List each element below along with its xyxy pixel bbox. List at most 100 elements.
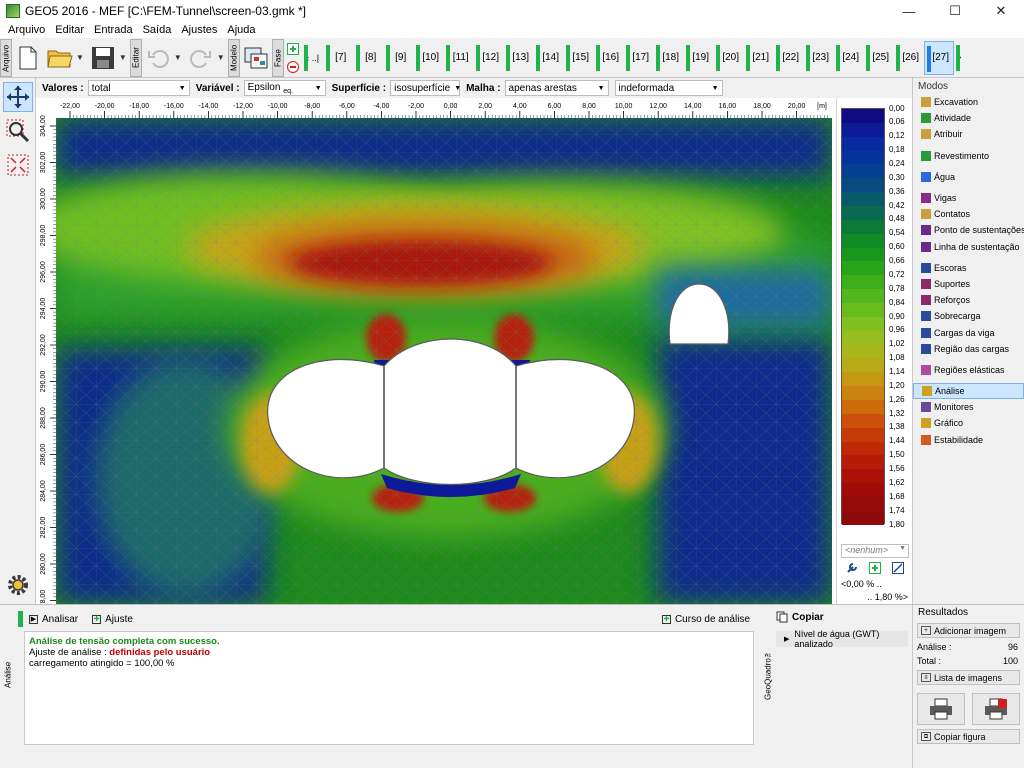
superficie-select[interactable]: isosuperfície ▼	[390, 80, 461, 96]
stage-tab-16[interactable]: [23]	[804, 41, 834, 75]
mode-cargas-da-viga[interactable]: Cargas da viga	[913, 324, 1024, 340]
stage-tab-7[interactable]: [14]	[534, 41, 564, 75]
model-copy-button[interactable]	[242, 41, 270, 75]
redo-button[interactable]	[187, 41, 215, 75]
menu-saida[interactable]: Saída	[138, 24, 177, 36]
window-title: GEO5 2016 - MEF [C:\FEM-Tunnel\screen-03…	[25, 4, 306, 18]
open-dropdown-icon[interactable]: ▼	[76, 53, 84, 62]
open-file-button[interactable]	[46, 41, 74, 75]
legend-band	[842, 219, 884, 234]
menu-ajuda[interactable]: Ajuda	[222, 24, 260, 36]
stage-tab-9[interactable]: [16]	[594, 41, 624, 75]
new-file-button[interactable]	[14, 41, 42, 75]
save-file-button[interactable]	[89, 41, 117, 75]
fem-contour-plot[interactable]: -22,00 -20,00 -18,00 -16,00 -14,00 -12,00 -10,…	[36, 98, 836, 611]
stage-tab-13[interactable]: [20]	[714, 41, 744, 75]
mode-estabilidade[interactable]: Estabilidade	[913, 432, 1024, 448]
legend-combo[interactable]: <nenhum> ▼	[841, 544, 909, 558]
undo-button[interactable]	[144, 41, 172, 75]
mode-contatos[interactable]: Contatos	[913, 206, 1024, 222]
copy-figure-button[interactable]: ⧉ Copiar figura	[917, 729, 1020, 744]
stage-tab-15[interactable]: [22]	[774, 41, 804, 75]
mode-sobrecarga[interactable]: Sobrecarga	[913, 308, 1024, 324]
tab-editar[interactable]: Editar	[129, 38, 142, 77]
image-list-button[interactable]: ≡ Lista de imagens	[917, 670, 1020, 685]
print-button[interactable]	[917, 693, 965, 725]
stage-tab-18[interactable]: [25]	[864, 41, 894, 75]
mode-excavation[interactable]: Excavation	[913, 94, 1024, 110]
stage-tab-1[interactable]: [8]	[354, 41, 384, 75]
menu-arquivo[interactable]: Arquivo	[3, 24, 50, 36]
mode-gr-fico[interactable]: Gráfico	[913, 415, 1024, 431]
stage-tab-5[interactable]: [12]	[474, 41, 504, 75]
analisar-button[interactable]: ▶ Analisar	[29, 614, 78, 625]
save-dropdown-icon[interactable]: ▼	[119, 53, 127, 62]
tab-modelo[interactable]: Modelo	[227, 38, 240, 77]
stage-tab-2[interactable]: [9]	[384, 41, 414, 75]
mode-atribuir[interactable]: Atribuir	[913, 126, 1024, 142]
close-button[interactable]: ✕	[978, 0, 1024, 22]
wrench-icon[interactable]	[846, 562, 858, 574]
stage-tab-3[interactable]: [10]	[414, 41, 444, 75]
curso-analise-button[interactable]: ✚ Curso de análise	[661, 614, 750, 625]
print-pdf-button[interactable]	[972, 693, 1020, 725]
maximize-button[interactable]: ☐	[932, 0, 978, 22]
mode-revestimento[interactable]: Revestimento	[913, 148, 1024, 164]
copy-item-water-level[interactable]: ▶ Nível de água (GWT) analizado	[776, 629, 908, 649]
stage-tab-6[interactable]: [13]	[504, 41, 534, 75]
mode-monitores[interactable]: Monitores	[913, 399, 1024, 415]
tab-analise[interactable]: Análise	[0, 605, 16, 745]
zoom-extents-button[interactable]	[3, 150, 33, 180]
stage-tab-17[interactable]: [24]	[834, 41, 864, 75]
tab-arquivo[interactable]: Arquivo	[0, 38, 12, 77]
ajuste-button[interactable]: ✚ Ajuste	[92, 614, 133, 625]
mode-an-lise[interactable]: Análise	[913, 383, 1024, 400]
mode-atividade[interactable]: Atividade	[913, 110, 1024, 126]
mode-ponto-de-sustenta-es[interactable]: Ponto de sustentações	[913, 222, 1024, 238]
mode-regi-es-el-sticas[interactable]: Regiões elásticas	[913, 362, 1024, 378]
legend-label: 0,42	[889, 200, 905, 210]
pan-tool-button[interactable]	[3, 82, 33, 112]
mode-linha-de-sustenta-o[interactable]: Linha de sustentação	[913, 239, 1024, 255]
legend-label: 1,32	[889, 408, 905, 418]
stage-tab-10[interactable]: [17]	[624, 41, 654, 75]
mode-regi-o-das-cargas[interactable]: Região das cargas	[913, 341, 1024, 357]
tab-fase[interactable]: Fase	[271, 38, 284, 77]
settings-button[interactable]	[3, 570, 33, 600]
edit-scale-icon[interactable]	[891, 562, 904, 574]
minimize-button[interactable]: —	[886, 0, 932, 22]
add-stage-icon[interactable]	[286, 42, 299, 55]
add-image-button[interactable]: + Adicionar imagem	[917, 623, 1020, 638]
mode-vigas[interactable]: Vigas	[913, 190, 1024, 206]
stage-tab-8[interactable]: [15]	[564, 41, 594, 75]
stage-tab-0[interactable]: [7]	[324, 41, 354, 75]
legend-band	[842, 275, 884, 290]
menu-editar[interactable]: Editar	[50, 24, 89, 36]
mode-suportes[interactable]: Suportes	[913, 276, 1024, 292]
stage-tab-14[interactable]: [21]	[744, 41, 774, 75]
undo-dropdown-icon[interactable]: ▼	[174, 53, 182, 62]
stage-tab-11[interactable]: [18]	[654, 41, 684, 75]
stage-next-button[interactable]: ›	[954, 41, 966, 75]
zoom-tool-button[interactable]	[3, 116, 33, 146]
menu-ajustes[interactable]: Ajustes	[176, 24, 222, 36]
mode-refor-os[interactable]: Reforços	[913, 292, 1024, 308]
stage-tab-12[interactable]: [19]	[684, 41, 714, 75]
x-tick-label: -2,00	[408, 103, 424, 110]
menu-entrada[interactable]: Entrada	[89, 24, 138, 36]
deformation-select[interactable]: indeformada ▼	[614, 80, 723, 96]
stage-tab-20[interactable]: [27]	[923, 40, 954, 75]
variavel-select[interactable]: Epsilon eq. ▼	[243, 80, 326, 96]
mode--gua[interactable]: Água	[913, 169, 1024, 185]
redo-dropdown-icon[interactable]: ▼	[217, 53, 225, 62]
valores-select[interactable]: total ▼	[87, 80, 190, 96]
tab-geoquadro[interactable]: GeoQuadro™	[760, 605, 776, 745]
drawing-canvas[interactable]: -22,00 -20,00 -18,00 -16,00 -14,00 -12,00 -10,…	[36, 98, 836, 611]
stage-tab-4[interactable]: [11]	[444, 41, 474, 75]
stage-tab-19[interactable]: [26]	[894, 41, 924, 75]
add-plus-icon[interactable]	[868, 562, 881, 574]
stage-prev-button[interactable]: ‹ ..|	[302, 41, 324, 75]
remove-stage-icon[interactable]	[286, 60, 299, 73]
mode-escoras[interactable]: Escoras	[913, 260, 1024, 276]
malha-select[interactable]: apenas arestas ▼	[504, 80, 609, 96]
